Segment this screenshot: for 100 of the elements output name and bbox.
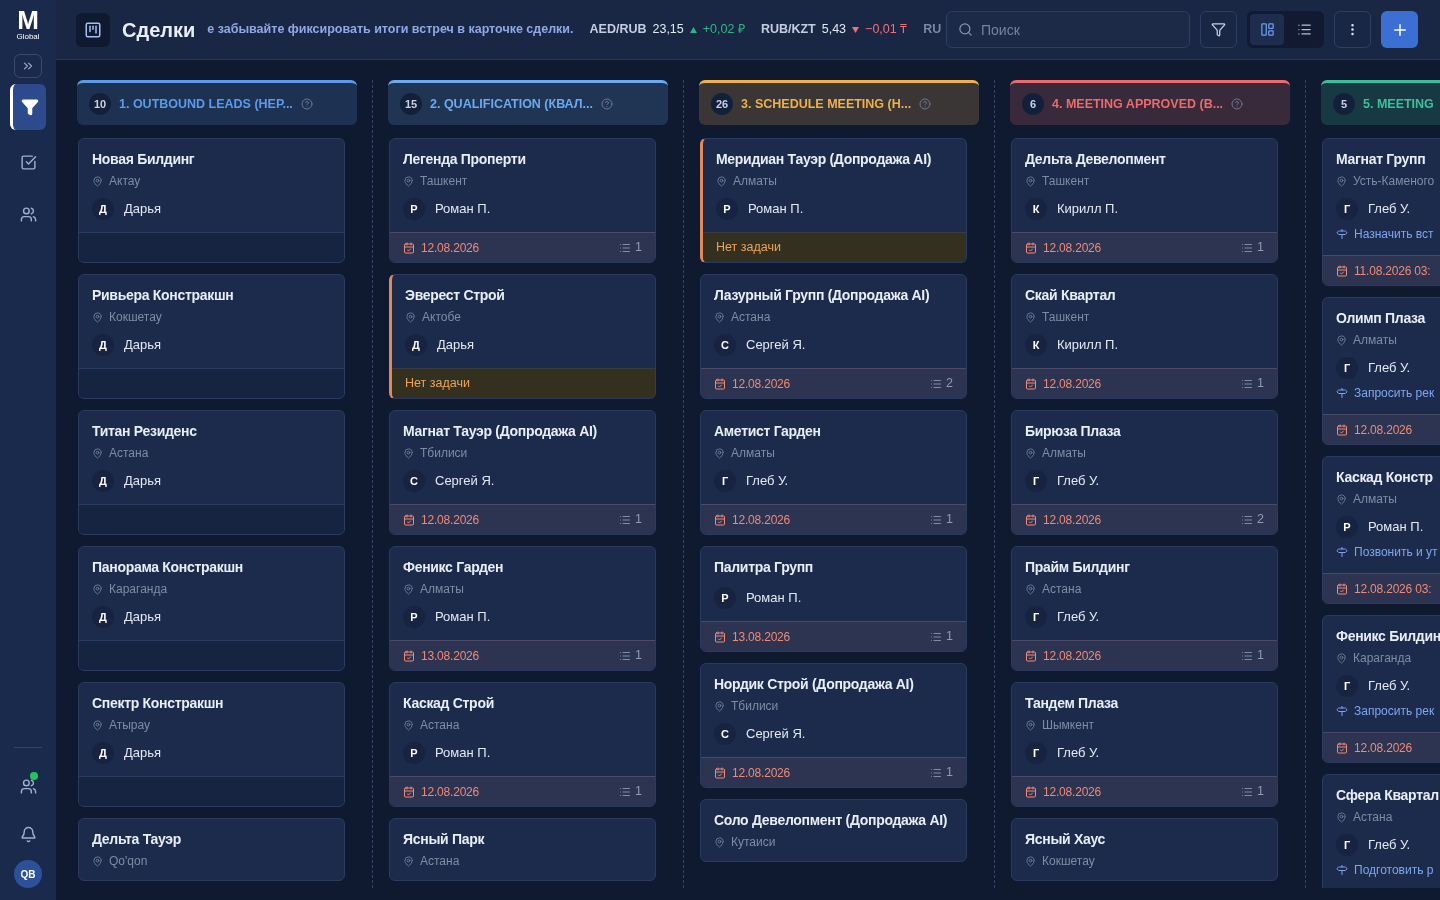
deal-title: Спектр Констракшн [92, 694, 225, 713]
deal-card[interactable]: Скай Квартал Ташкент К Кирилл П. 12.08.2026 1 [1011, 274, 1278, 399]
next-action: Запросить рек [1354, 703, 1435, 720]
task-count: 1 [635, 783, 642, 801]
board-view-button[interactable] [1250, 14, 1284, 45]
deal-card[interactable]: Тандем Плаза Шымкент Г Глеб У. 12.08.2026 1 [1011, 682, 1278, 807]
calendar-check-icon [1025, 649, 1037, 662]
deal-card[interactable]: Бирюза Плаза Алматы Г Глеб У. 12.08.2026 2 [1011, 410, 1278, 535]
deal-card[interactable]: Олимп Плаза Алматы Г Глеб У. Запросить рек 12.08.2026 [1322, 297, 1440, 445]
deal-card[interactable]: Меридиан Тауэр (Допродажа AI) Алматы Р Роман П. Нет задачи [700, 138, 967, 263]
calendar-check-icon [1336, 582, 1348, 595]
assignee-initial: Р [1336, 516, 1358, 538]
assignee-initial: Р [403, 742, 425, 764]
deal-card[interactable]: Магнат Тауэр (Допродажа AI) Тбилиси С Сергей Я. 12.08.2026 1 [389, 410, 656, 535]
expand-button[interactable] [14, 54, 42, 78]
deal-city: Алматы [731, 446, 775, 460]
deal-card[interactable]: Феникс Гарден Алматы Р Роман П. 13.08.2026 1 [389, 546, 656, 671]
deal-card[interactable]: Ясный Парк Астана [389, 818, 656, 881]
deal-title: Дельта Девелопмент [1025, 150, 1167, 169]
assignee-name: Глеб У. [1368, 200, 1411, 219]
deal-card[interactable]: Титан Резиденс Астана Д Дарья [78, 410, 345, 535]
deal-city: Ташкент [1042, 310, 1090, 324]
assignee-initial: Г [1025, 606, 1047, 628]
calendar-check-icon [1336, 423, 1348, 436]
rate-pair: RU [923, 21, 942, 39]
pin-icon [403, 175, 414, 187]
user-avatar[interactable]: QB [14, 860, 42, 888]
task-count: 1 [635, 511, 642, 529]
deal-title: Дельта Тауэр [92, 830, 182, 849]
pin-icon [714, 836, 725, 848]
assignee-name: Дарья [124, 200, 162, 219]
deal-card[interactable]: Дельта Тауэр Qo'qon [78, 818, 345, 881]
bell-icon [19, 825, 37, 843]
calendar-check-icon [1336, 741, 1348, 754]
column-count: 10 [89, 93, 111, 115]
deal-card[interactable]: Каскад Констр Алматы Р Роман П. Позвонить и ут 12.08.2026 03: [1322, 456, 1440, 604]
deal-title: Тандем Плаза [1025, 694, 1120, 713]
deal-city: Алматы [1353, 492, 1397, 506]
pin-icon [92, 447, 103, 459]
column-header[interactable]: 5 5. MEETING [1321, 80, 1440, 125]
task-date: 12.08.2026 [1043, 239, 1102, 257]
signpost-icon [1336, 387, 1348, 399]
deal-city: Караганда [1353, 651, 1412, 665]
deal-card[interactable]: Магнат Групп Усть-Каменого Г Глеб У. Назначить вст 11.08.2026 03: [1322, 138, 1440, 286]
assignee-name: Дарья [124, 336, 162, 355]
deal-card[interactable]: Дельта Девелопмент Ташкент К Кирилл П. 12.08.2026 1 [1011, 138, 1278, 263]
assignee-name: Глеб У. [746, 472, 789, 491]
deal-card[interactable]: Прайм Билдинг Астана Г Глеб У. 12.08.2026 1 [1011, 546, 1278, 671]
filter-button[interactable] [1200, 11, 1237, 48]
deal-title: Легенда Проперти [403, 150, 527, 169]
next-action: Подготовить р [1354, 862, 1434, 879]
assignee-name: Роман П. [435, 200, 491, 219]
add-button[interactable] [1381, 11, 1418, 48]
assignee-initial: С [403, 470, 425, 492]
task-date: 12.08.2026 [1043, 647, 1102, 665]
nav-item[interactable] [10, 84, 46, 130]
deal-card[interactable]: Соло Девелопмент (Допродажа AI) Кутаиси [700, 799, 967, 862]
deal-card[interactable]: Палитра Групп Р Роман П. 13.08.2026 1 [700, 546, 967, 652]
deal-card[interactable]: Спектр Констракшн Атырау Д Дарья [78, 682, 345, 807]
deal-city: Кутаиси [731, 835, 776, 849]
deal-card[interactable]: Ясный Хаус Кокшетау [1011, 818, 1278, 881]
column-header[interactable]: 15 2. QUALIFICATION (КВАЛ... [388, 80, 668, 125]
deal-card[interactable]: Каскад Строй Астана Р Роман П. 12.08.2026 1 [389, 682, 656, 807]
deal-card[interactable]: Новая Билдинг Актау Д Дарья [78, 138, 345, 263]
deal-card[interactable]: Ривьера Констракшн Кокшетау Д Дарья [78, 274, 345, 399]
rate-pair: AED/RUB [589, 21, 647, 39]
pin-icon [92, 719, 103, 731]
pin-icon [716, 175, 727, 187]
task-date: 12.08.2026 [1354, 421, 1413, 439]
column-header[interactable]: 26 3. SCHEDULE MEETING (Н... [699, 80, 979, 125]
deal-card[interactable]: Лазурный Групп (Допродажа AI) Астана С Сергей Я. 12.08.2026 2 [700, 274, 967, 399]
pin-icon [403, 447, 414, 459]
deal-card[interactable]: Феникс Билдин Караганда Г Глеб У. Запросить рек 12.08.2026 [1322, 615, 1440, 763]
task-date: 13.08.2026 [732, 628, 791, 646]
column-title: 5. MEETING [1363, 95, 1434, 113]
column-title: 1. OUTBOUND LEADS (НЕР... [119, 95, 293, 113]
next-action: Запросить рек [1354, 385, 1435, 402]
deal-card[interactable]: Аметист Гарден Алматы Г Глеб У. 12.08.2026 1 [700, 410, 967, 535]
deal-city: Астана [1353, 810, 1393, 824]
no-task-label: Нет задачи [405, 375, 470, 393]
deal-card[interactable]: Панорама Констракшн Караганда Д Дарья [78, 546, 345, 671]
task-count: 1 [946, 511, 953, 529]
deal-city: Кокшетау [109, 310, 162, 324]
task-count: 2 [946, 375, 953, 393]
deal-card[interactable]: Нордик Строй (Допродажа AI) Тбилиси С Сергей Я. 12.08.2026 1 [700, 663, 967, 788]
signpost-icon [1336, 864, 1348, 876]
search-icon [958, 22, 973, 37]
task-count: 1 [1257, 783, 1264, 801]
deal-title: Эверест Строй [405, 286, 506, 305]
list-icon [619, 241, 632, 254]
deal-card[interactable]: Сфера Квартал Астана Г Глеб У. Подготовить р [1322, 774, 1440, 888]
pin-icon [714, 447, 725, 459]
deal-card[interactable]: Легенда Проперти Ташкент Р Роман П. 12.08.2026 1 [389, 138, 656, 263]
search-field[interactable]: Поиск [946, 11, 1190, 48]
column-header[interactable]: 6 4. MEETING APPROVED (В... [1010, 80, 1290, 125]
deal-card[interactable]: Эверест Строй Актобе Д Дарья Нет задачи [389, 274, 656, 399]
pin-icon [1025, 311, 1036, 323]
column-header[interactable]: 10 1. OUTBOUND LEADS (НЕР... [77, 80, 357, 125]
assignee-initial: Г [1336, 198, 1358, 220]
calendar-check-icon [1025, 241, 1037, 254]
